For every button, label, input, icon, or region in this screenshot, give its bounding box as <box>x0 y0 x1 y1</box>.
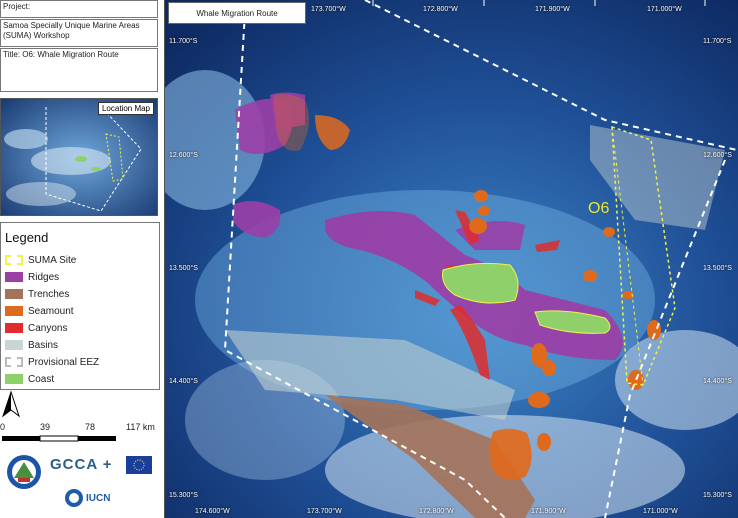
legend-title: Legend <box>5 230 49 245</box>
trenches-swatch <box>5 289 23 299</box>
coord-right-2: 12.600°S <box>703 152 732 159</box>
legend-label: Provisional EEZ <box>28 356 100 368</box>
legend-label: Trenches <box>28 288 70 300</box>
samoa-seal-icon <box>7 455 41 489</box>
coord-left-1: 11.700°S <box>169 38 198 45</box>
scale-tick-1: 39 <box>40 422 51 432</box>
legend-item-suma-site: SUMA Site <box>5 253 76 267</box>
legend-label: Coast <box>28 373 55 385</box>
location-map-label: Location Map <box>97 102 154 115</box>
scale-tick-0: 0 <box>0 422 6 432</box>
location-map-graphic <box>1 99 157 215</box>
legend-label: SUMA Site <box>28 254 77 266</box>
map-title: Whale Migration Route <box>168 2 306 24</box>
canyons-swatch <box>5 323 23 333</box>
title-box: Title: O6: Whale Migration Route <box>0 48 158 92</box>
sidebar-panel: Project: Samoa Specially Unique Marine A… <box>0 0 165 518</box>
legend-item-basins: Basins <box>5 338 58 352</box>
legend-item-coast: Coast <box>5 372 54 386</box>
seamount-swatch <box>5 306 23 316</box>
seamount-south <box>490 428 532 480</box>
legend-label: Canyons <box>28 322 68 334</box>
coord-bottom-1: 174.600°W <box>195 508 230 515</box>
legend: Legend SUMA Site Ridges Trenches Seamoun… <box>0 222 160 390</box>
iucn-text: IUCN <box>86 493 111 504</box>
coord-top-1: 173.700°W <box>311 6 346 13</box>
coord-right-4: 14.400°S <box>703 378 732 385</box>
coord-left-2: 12.600°S <box>169 152 198 159</box>
legend-item-canyons: Canyons <box>5 321 67 335</box>
legend-item-seamount: Seamount <box>5 304 74 318</box>
eez-swatch <box>5 357 23 367</box>
map-canvas <box>165 0 738 518</box>
legend-label: Seamount <box>28 305 74 317</box>
north-arrow-and-scale <box>2 390 116 442</box>
workshop-box: Samoa Specially Unique Marine Areas (SUM… <box>0 19 158 47</box>
legend-label: Ridges <box>28 271 60 283</box>
coord-right-5: 15.300°S <box>703 492 732 499</box>
eu-flag-icon <box>126 456 152 474</box>
coast-swatch <box>5 374 23 384</box>
legend-item-provisional-eez: Provisional EEZ <box>5 355 99 369</box>
project-label: Project: <box>3 2 31 11</box>
scale-bar: 0 39 78 117 km <box>0 390 164 450</box>
coord-top-4: 171.000°W <box>647 6 682 13</box>
title-text: Title: O6: Whale Migration Route <box>3 50 119 59</box>
basins-swatch <box>5 340 23 350</box>
suma-site-swatch <box>5 255 23 265</box>
coord-bottom-4: 171.900°W <box>531 508 566 515</box>
coord-bottom-3: 172.800°W <box>419 508 454 515</box>
gcca-logo: GCCA + <box>50 456 113 473</box>
logos: GCCA + IUCN <box>0 450 164 518</box>
coord-right-3: 13.500°S <box>703 265 732 272</box>
coord-left-3: 13.500°S <box>169 265 198 272</box>
scale-tick-3: 117 km <box>126 422 155 432</box>
location-map: Location Map <box>0 98 158 216</box>
legend-item-ridges: Ridges <box>5 270 59 284</box>
coord-bottom-2: 173.700°W <box>307 508 342 515</box>
iucn-logo-icon <box>65 489 83 507</box>
coord-right-1: 11.700°S <box>703 38 732 45</box>
north-arrow-icon <box>2 390 20 418</box>
scale-tick-2: 78 <box>85 422 96 432</box>
coord-top-3: 171.900°W <box>535 6 570 13</box>
coord-top-2: 172.800°W <box>423 6 458 13</box>
ridges-swatch <box>5 272 23 282</box>
legend-label: Basins <box>28 339 59 351</box>
project-box: Project: <box>0 0 158 18</box>
site-label-o6: O6 <box>588 200 610 217</box>
coord-left-5: 15.300°S <box>169 492 198 499</box>
legend-item-trenches: Trenches <box>5 287 69 301</box>
seamount-small-1 <box>474 190 488 202</box>
coord-left-4: 14.400°S <box>169 378 198 385</box>
workshop-text: Samoa Specially Unique Marine Areas (SUM… <box>3 21 140 40</box>
main-map[interactable]: 173.700°W 172.800°W 171.900°W 171.000°W … <box>165 0 738 518</box>
coord-bottom-5: 171.000°W <box>643 508 678 515</box>
